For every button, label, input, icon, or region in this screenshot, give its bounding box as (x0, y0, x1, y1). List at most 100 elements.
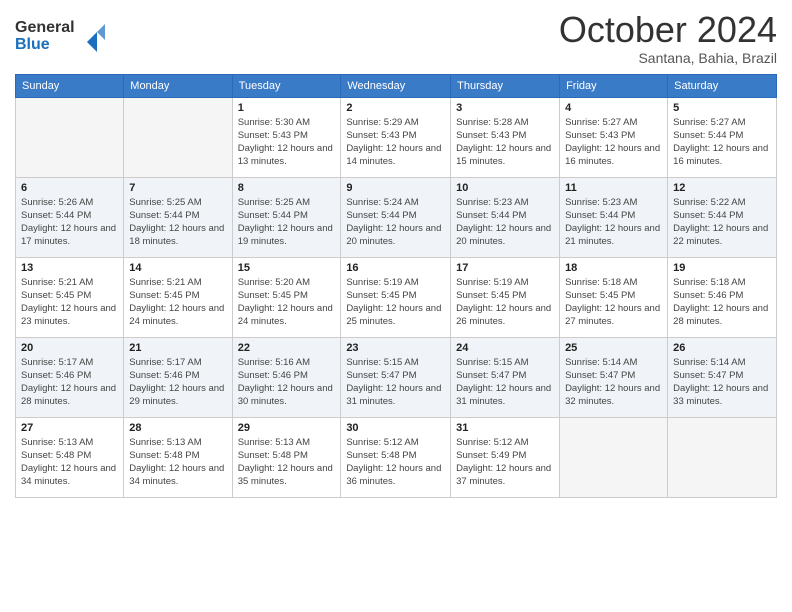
calendar-cell: 30 Sunrise: 5:12 AMSunset: 5:48 PMDayligh… (341, 417, 451, 497)
day-number: 30 (346, 422, 445, 434)
logo: General Blue (15, 14, 105, 61)
calendar-cell (560, 417, 668, 497)
day-info: Sunrise: 5:26 AMSunset: 5:44 PMDaylight:… (21, 196, 118, 249)
calendar-cell: 31 Sunrise: 5:12 AMSunset: 5:49 PMDayligh… (451, 417, 560, 497)
day-number: 7 (129, 182, 226, 194)
day-number: 29 (238, 422, 336, 434)
calendar-cell (124, 97, 232, 177)
day-number: 31 (456, 422, 554, 434)
svg-text:Blue: Blue (15, 36, 50, 53)
day-number: 5 (673, 102, 771, 114)
location-subtitle: Santana, Bahia, Brazil (559, 50, 777, 66)
day-info: Sunrise: 5:25 AMSunset: 5:44 PMDaylight:… (238, 196, 336, 249)
day-number: 9 (346, 182, 445, 194)
col-thursday: Thursday (451, 74, 560, 97)
day-info: Sunrise: 5:16 AMSunset: 5:46 PMDaylight:… (238, 356, 336, 409)
calendar-cell: 29 Sunrise: 5:13 AMSunset: 5:48 PMDayligh… (232, 417, 341, 497)
header: General Blue October 2024 Santana, Bahia… (15, 10, 777, 66)
day-info: Sunrise: 5:14 AMSunset: 5:47 PMDaylight:… (673, 356, 771, 409)
col-saturday: Saturday (668, 74, 777, 97)
day-info: Sunrise: 5:23 AMSunset: 5:44 PMDaylight:… (456, 196, 554, 249)
calendar-cell: 17 Sunrise: 5:19 AMSunset: 5:45 PMDayligh… (451, 257, 560, 337)
calendar-week-row: 27 Sunrise: 5:13 AMSunset: 5:48 PMDayligh… (16, 417, 777, 497)
calendar-cell: 7 Sunrise: 5:25 AMSunset: 5:44 PMDaylight… (124, 177, 232, 257)
day-number: 10 (456, 182, 554, 194)
calendar-cell: 15 Sunrise: 5:20 AMSunset: 5:45 PMDayligh… (232, 257, 341, 337)
calendar-cell: 3 Sunrise: 5:28 AMSunset: 5:43 PMDaylight… (451, 97, 560, 177)
day-info: Sunrise: 5:12 AMSunset: 5:49 PMDaylight:… (456, 436, 554, 489)
day-number: 16 (346, 262, 445, 274)
calendar-cell: 13Sunrise: 5:21 AMSunset: 5:45 PMDayligh… (16, 257, 124, 337)
day-number: 3 (456, 102, 554, 114)
logo-svg: General Blue (15, 14, 105, 56)
day-info: Sunrise: 5:29 AMSunset: 5:43 PMDaylight:… (346, 116, 445, 169)
day-info: Sunrise: 5:17 AMSunset: 5:46 PMDaylight:… (21, 356, 118, 409)
day-info: Sunrise: 5:23 AMSunset: 5:44 PMDaylight:… (565, 196, 662, 249)
calendar-cell: 24 Sunrise: 5:15 AMSunset: 5:47 PMDayligh… (451, 337, 560, 417)
day-info: Sunrise: 5:28 AMSunset: 5:43 PMDaylight:… (456, 116, 554, 169)
day-number: 22 (238, 342, 336, 354)
col-wednesday: Wednesday (341, 74, 451, 97)
col-friday: Friday (560, 74, 668, 97)
day-info: Sunrise: 5:15 AMSunset: 5:47 PMDaylight:… (456, 356, 554, 409)
day-number: 21 (129, 342, 226, 354)
calendar-cell: 20 Sunrise: 5:17 AMSunset: 5:46 PMDayligh… (16, 337, 124, 417)
day-number: 12 (673, 182, 771, 194)
calendar-cell (668, 417, 777, 497)
day-info: Sunrise: 5:19 AMSunset: 5:45 PMDaylight:… (346, 276, 445, 329)
calendar-cell: 19 Sunrise: 5:18 AMSunset: 5:46 PMDayligh… (668, 257, 777, 337)
calendar-cell: 16 Sunrise: 5:19 AMSunset: 5:45 PMDayligh… (341, 257, 451, 337)
day-number: 6 (21, 182, 118, 194)
calendar-cell: 2 Sunrise: 5:29 AMSunset: 5:43 PMDaylight… (341, 97, 451, 177)
day-number: 1 (238, 102, 336, 114)
day-info: Sunrise: 5:13 AMSunset: 5:48 PMDaylight:… (238, 436, 336, 489)
day-number: 24 (456, 342, 554, 354)
calendar-table: Sunday Monday Tuesday Wednesday Thursday… (15, 74, 777, 498)
calendar-cell: 28Sunrise: 5:13 AMSunset: 5:48 PMDayligh… (124, 417, 232, 497)
day-info: Sunrise: 5:19 AMSunset: 5:45 PMDaylight:… (456, 276, 554, 329)
svg-text:General: General (15, 19, 75, 36)
calendar-cell: 14 Sunrise: 5:21 AMSunset: 5:45 PMDayligh… (124, 257, 232, 337)
day-info: Sunrise: 5:30 AMSunset: 5:43 PMDaylight:… (238, 116, 336, 169)
day-number: 20 (21, 342, 118, 354)
day-number: 14 (129, 262, 226, 274)
day-number: 19 (673, 262, 771, 274)
calendar-cell: 23Sunrise: 5:15 AMSunset: 5:47 PMDayligh… (341, 337, 451, 417)
calendar-cell: 1 Sunrise: 5:30 AMSunset: 5:43 PMDaylight… (232, 97, 341, 177)
day-info: Sunrise: 5:25 AMSunset: 5:44 PMDaylight:… (129, 196, 226, 249)
calendar-cell: 25Sunrise: 5:14 AMSunset: 5:47 PMDayligh… (560, 337, 668, 417)
calendar-week-row: 13 Sunrise: 5:21 AMSunset: 5:45 PMDayligh… (16, 257, 777, 337)
calendar-cell: 10 Sunrise: 5:23 AMSunset: 5:44 PMDayligh… (451, 177, 560, 257)
day-info: Sunrise: 5:18 AMSunset: 5:45 PMDaylight:… (565, 276, 662, 329)
col-sunday: Sunday (16, 74, 124, 97)
day-number: 27 (21, 422, 118, 434)
day-number: 4 (565, 102, 662, 114)
day-number: 18 (565, 262, 662, 274)
calendar-week-row: 20 Sunrise: 5:17 AMSunset: 5:46 PMDayligh… (16, 337, 777, 417)
day-number: 2 (346, 102, 445, 114)
month-title: October 2024 (559, 10, 777, 50)
day-number: 11 (565, 182, 662, 194)
day-info: Sunrise: 5:12 AMSunset: 5:48 PMDaylight:… (346, 436, 445, 489)
day-info: Sunrise: 5:18 AMSunset: 5:46 PMDaylight:… (673, 276, 771, 329)
day-number: 15 (238, 262, 336, 274)
day-number: 17 (456, 262, 554, 274)
day-info: Sunrise: 5:20 AMSunset: 5:45 PMDaylight:… (238, 276, 336, 329)
calendar-cell: 8Sunrise: 5:25 AMSunset: 5:44 PMDaylight… (232, 177, 341, 257)
day-info: Sunrise: 5:17 AMSunset: 5:46 PMDaylight:… (129, 356, 226, 409)
calendar-cell: 11 Sunrise: 5:23 AMSunset: 5:44 PMDayligh… (560, 177, 668, 257)
calendar-header-row: Sunday Monday Tuesday Wednesday Thursday… (16, 74, 777, 97)
day-number: 26 (673, 342, 771, 354)
calendar-cell: 27Sunrise: 5:13 AMSunset: 5:48 PMDayligh… (16, 417, 124, 497)
day-info: Sunrise: 5:24 AMSunset: 5:44 PMDaylight:… (346, 196, 445, 249)
calendar-cell: 12Sunrise: 5:22 AMSunset: 5:44 PMDayligh… (668, 177, 777, 257)
calendar-cell: 18 Sunrise: 5:18 AMSunset: 5:45 PMDayligh… (560, 257, 668, 337)
calendar-cell: 5 Sunrise: 5:27 AMSunset: 5:44 PMDaylight… (668, 97, 777, 177)
day-info: Sunrise: 5:21 AMSunset: 5:45 PMDaylight:… (129, 276, 226, 329)
day-number: 13 (21, 262, 118, 274)
calendar-cell: 26 Sunrise: 5:14 AMSunset: 5:47 PMDayligh… (668, 337, 777, 417)
calendar-cell (16, 97, 124, 177)
calendar-cell: 9 Sunrise: 5:24 AMSunset: 5:44 PMDaylight… (341, 177, 451, 257)
col-tuesday: Tuesday (232, 74, 341, 97)
day-info: Sunrise: 5:27 AMSunset: 5:44 PMDaylight:… (673, 116, 771, 169)
